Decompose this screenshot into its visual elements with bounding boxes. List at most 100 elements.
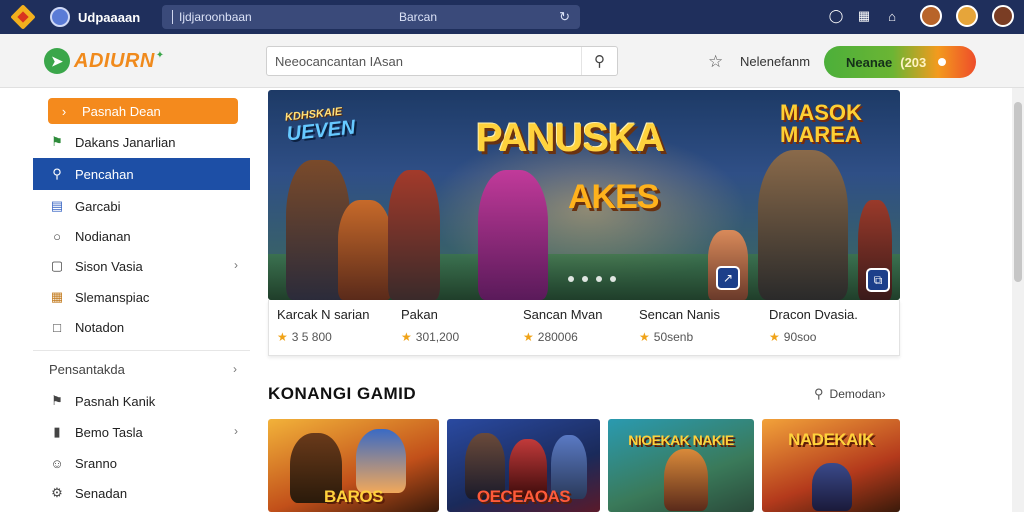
chrome-right-icons: ◯ ▦ ⌂ bbox=[822, 5, 1014, 27]
carousel-dot[interactable] bbox=[582, 276, 588, 282]
star-icon: ★ bbox=[277, 330, 288, 344]
brand-logo[interactable]: ➤ ADIURN ✦ bbox=[44, 48, 164, 74]
cta-label: Neanae bbox=[846, 54, 893, 70]
expand-icon[interactable]: ⧉ bbox=[866, 268, 890, 292]
search-icon: ⚲ bbox=[814, 386, 824, 401]
card-title: OECEAOAS bbox=[476, 487, 571, 506]
favorite-link[interactable]: Nelenefanm bbox=[740, 54, 810, 69]
cta-count: (203 bbox=[900, 54, 927, 70]
chevron-right-icon: › bbox=[233, 362, 237, 376]
featured-meta: 3 5 800 bbox=[291, 330, 332, 344]
featured-item[interactable]: Sancan Mvan ★ 280006 bbox=[523, 306, 649, 350]
hero-tag-right-line2: MAREA bbox=[780, 122, 861, 147]
sidebar-item-featured[interactable]: › Pasnah Dean bbox=[48, 98, 238, 124]
featured-meta: 50senb bbox=[653, 330, 694, 344]
sidebar-item-label: Notadon bbox=[75, 319, 125, 335]
scrollbar-thumb[interactable] bbox=[1014, 102, 1022, 282]
carousel-dot[interactable] bbox=[568, 276, 574, 282]
game-card[interactable]: OECEAOAS bbox=[447, 419, 600, 512]
sidebar-item-label: Pasnah Dean bbox=[82, 103, 161, 119]
sidebar-item-notes[interactable]: □ Notadon bbox=[33, 311, 250, 343]
sidebar-section-heading[interactable]: Pensantakda › bbox=[49, 362, 249, 377]
browser-chrome: Udpaaaan Ijdjaroonbaan Barcan ↻ ◯ ▦ ⌂ bbox=[0, 0, 1024, 34]
sidebar-item-label: Senadan bbox=[75, 485, 128, 501]
sidebar-item-label: Slemanspiac bbox=[75, 289, 150, 305]
search-button[interactable]: ⚲ bbox=[581, 47, 617, 75]
sidebar-item-users[interactable]: ☺ Sranno bbox=[33, 447, 250, 479]
card-character bbox=[812, 463, 852, 511]
game-card[interactable]: NIOEKAK NAKIE bbox=[608, 419, 754, 512]
card-title: NADEKAIK bbox=[788, 430, 874, 449]
carousel-dot[interactable] bbox=[596, 276, 602, 282]
star-icon: ★ bbox=[401, 330, 412, 344]
sidebar-item-bookmarks[interactable]: ⚑ Pasnah Kanik bbox=[33, 385, 250, 417]
featured-item[interactable]: Pakan ★ 301,200 bbox=[401, 306, 527, 350]
share-icon[interactable]: ↗ bbox=[716, 266, 740, 290]
reload-icon[interactable]: ↻ bbox=[559, 9, 570, 25]
featured-name: Karcak N sarian bbox=[277, 307, 370, 322]
carousel-dot[interactable] bbox=[610, 276, 616, 282]
search-icon: ⚲ bbox=[594, 53, 605, 70]
sidebar-item-search[interactable]: ⚲ Pencahan bbox=[33, 158, 250, 190]
sidebar-item-categories[interactable]: ⚑ Dakans Janarlian bbox=[33, 126, 250, 158]
users-icon: ☺ bbox=[50, 455, 64, 471]
section-link-label: Demodan bbox=[829, 387, 882, 401]
page-scrollbar[interactable] bbox=[1012, 88, 1024, 512]
card-title: NIOEKAK NAKIE bbox=[628, 432, 734, 448]
globe-icon: ○ bbox=[53, 228, 61, 244]
card-character bbox=[356, 429, 406, 493]
chevron-right-icon: › bbox=[61, 103, 67, 119]
address-url: Ijdjaroonbaan bbox=[179, 10, 252, 24]
star-icon: ★ bbox=[769, 330, 780, 344]
featured-item[interactable]: Sencan Nanis ★ 50senb bbox=[639, 306, 765, 350]
chevron-right-icon: › bbox=[234, 424, 238, 438]
address-bar[interactable]: Ijdjaroonbaan Barcan ↻ bbox=[162, 5, 580, 29]
hero-tag-left: KDHSKAIE UEVEN bbox=[284, 104, 356, 146]
app-logo-icon[interactable] bbox=[10, 4, 36, 30]
sidebar-item-stats[interactable]: ▮ Bemo Tasla › bbox=[33, 416, 250, 448]
cta-button[interactable]: Neanae (203 bbox=[824, 46, 976, 78]
tab-avatar bbox=[50, 7, 70, 27]
sidebar: › Pasnah Dean ⚑ Dakans Janarlian ⚲ Penca… bbox=[0, 88, 260, 512]
carousel-dots bbox=[568, 276, 616, 282]
tab-title[interactable]: Udpaaaan bbox=[78, 10, 148, 25]
star-icon: ★ bbox=[523, 330, 534, 344]
sidebar-item-label: Sranno bbox=[75, 455, 117, 471]
sidebar-item-label: Sison Vasia bbox=[75, 258, 143, 274]
home-icon[interactable]: ⌂ bbox=[878, 9, 906, 24]
avatar[interactable] bbox=[920, 5, 942, 27]
search-input[interactable]: Neeocancantan IAsan ⚲ bbox=[266, 46, 618, 76]
section-more-link[interactable]: ⚲ Demodan › bbox=[814, 386, 886, 402]
sidebar-item-label: Garcabi bbox=[75, 198, 121, 214]
featured-item[interactable]: Karcak N sarian ★ 3 5 800 bbox=[277, 306, 403, 350]
sparkle-icon: ✦ bbox=[155, 49, 165, 61]
sidebar-item-globe[interactable]: ○ Nodianan bbox=[33, 220, 250, 252]
chevron-right-icon: › bbox=[881, 387, 886, 401]
hero-tag-right: MASOK MAREA bbox=[780, 102, 862, 146]
hero-subtitle: AKES bbox=[568, 178, 659, 216]
text-cursor bbox=[172, 10, 173, 24]
search-placeholder: Neeocancantan IAsan bbox=[275, 54, 403, 69]
featured-name: Dracon Dvasia. bbox=[769, 307, 858, 322]
apps-icon[interactable]: ▦ bbox=[850, 8, 878, 24]
sidebar-item-label: Dakans Janarlian bbox=[75, 134, 176, 150]
sidebar-item-calendar[interactable]: ▤ Garcabi bbox=[33, 190, 250, 222]
hero-banner[interactable]: KDHSKAIE UEVEN PANUSKA AKES MASOK MAREA … bbox=[268, 90, 900, 300]
featured-meta: 90soo bbox=[783, 330, 817, 344]
featured-name: Sencan Nanis bbox=[639, 307, 720, 322]
chevron-right-icon: › bbox=[234, 258, 238, 272]
game-card[interactable]: BAROS bbox=[268, 419, 439, 512]
avatar[interactable] bbox=[956, 5, 978, 27]
star-icon[interactable]: ☆ bbox=[708, 52, 723, 72]
brand-name: ADIURN bbox=[74, 49, 155, 72]
featured-item[interactable]: Dracon Dvasia. ★ 90soo bbox=[769, 306, 895, 350]
sidebar-item-grid[interactable]: ▦ Slemanspiac bbox=[33, 281, 250, 313]
search-icon: ⚲ bbox=[52, 166, 62, 181]
sidebar-item-settings[interactable]: ⚙ Senadan bbox=[33, 477, 250, 509]
game-card[interactable]: NADEKAIK bbox=[762, 419, 900, 512]
star-icon: ★ bbox=[639, 330, 650, 344]
sidebar-item-games[interactable]: ▢ Sison Vasia › bbox=[33, 250, 250, 282]
avatar[interactable] bbox=[992, 5, 1014, 27]
app-header: ➤ ADIURN ✦ Neeocancantan IAsan ⚲ ☆ Nelen… bbox=[0, 34, 1024, 88]
profile-icon[interactable]: ◯ bbox=[822, 8, 850, 24]
